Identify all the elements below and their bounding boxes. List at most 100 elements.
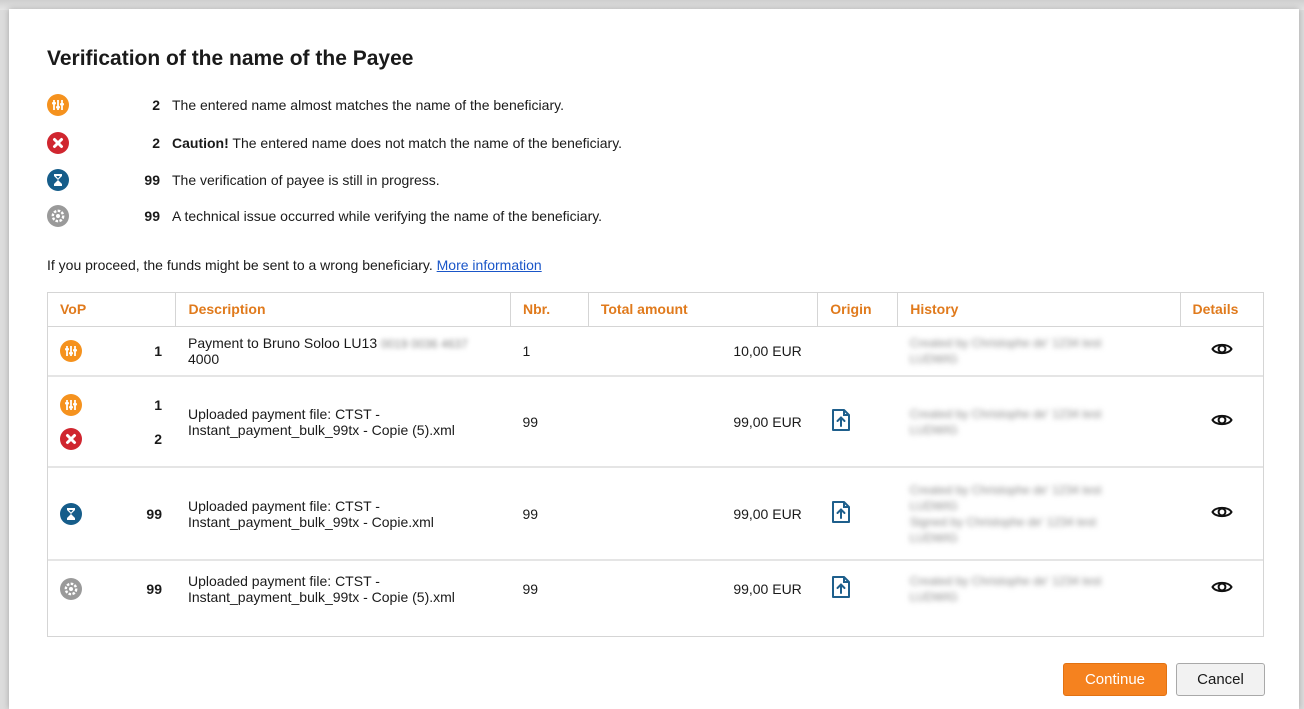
table-row: 99 Uploaded payment file: CTST - Instant… <box>48 560 1263 616</box>
description-text: Instant_payment_bulk_99tx - Copie (5).xm… <box>187 588 455 605</box>
legend-technical-issue: 99 A technical issue occurred while veri… <box>47 204 602 228</box>
history-cell: Created by Christophe de' 1234 test LUDW… <box>897 467 1180 561</box>
legend-text: Caution! The entered name does not match… <box>172 135 622 151</box>
column-header-description[interactable]: Description <box>175 293 511 327</box>
history-line: LUDWIG <box>909 498 958 513</box>
cancel-button[interactable]: Cancel <box>1176 663 1265 696</box>
table-row: 1 Payment to Bruno Soloo LU13 0019 0036 … <box>48 326 1263 377</box>
more-information-link[interactable]: More information <box>437 257 542 273</box>
warning-notice: If you proceed, the funds might be sent … <box>47 257 542 273</box>
history-line: LUDWIG <box>909 351 958 366</box>
description-text: Uploaded payment file: CTST - <box>187 572 380 589</box>
history-line: Created by Christophe de' 1234 test <box>909 482 1102 497</box>
column-header-details[interactable]: Details <box>1180 293 1263 327</box>
amount-cell: 99,00 EUR <box>588 376 818 468</box>
upload-file-icon[interactable] <box>830 500 852 524</box>
legend-count: 2 <box>152 135 160 151</box>
description-text: Uploaded payment file: CTST - <box>187 405 380 422</box>
legend-no-match: 2 Caution! The entered name does not mat… <box>47 131 622 155</box>
nbr-cell: 99 <box>522 580 539 597</box>
nbr-cell: 1 <box>510 326 589 377</box>
legend-text: A technical issue occurred while verifyi… <box>172 208 603 224</box>
vop-cell: 99 <box>48 560 176 616</box>
vop-count: 1 <box>154 396 162 413</box>
vop-count: 99 <box>146 505 162 522</box>
caution-label: Caution! <box>172 135 229 151</box>
legend-text-rest: The entered name does not match the name… <box>228 135 623 151</box>
description-cell: Payment to Bruno Soloo LU13 0019 0036 46… <box>175 326 511 377</box>
history-line: LUDWIG <box>909 530 958 545</box>
description-text: Payment to Bruno Soloo LU13 <box>187 334 378 351</box>
description-cell: Uploaded payment file: CTST - Instant_pa… <box>175 376 511 468</box>
table-header-row: VoP Description Nbr. Total amount Origin… <box>48 293 1263 327</box>
vop-count: 2 <box>154 430 162 447</box>
column-header-vop[interactable]: VoP <box>48 293 177 327</box>
no-match-icon <box>60 427 82 450</box>
origin-cell <box>818 560 898 616</box>
eye-icon[interactable] <box>1210 412 1233 428</box>
legend-count: 99 <box>144 172 160 188</box>
nbr-cell: 99 <box>510 467 589 561</box>
eye-icon[interactable] <box>1210 504 1233 520</box>
notice-text: If you proceed, the funds might be sent … <box>47 257 433 273</box>
vop-count: 99 <box>146 580 162 597</box>
origin-cell <box>817 326 898 377</box>
description-cell: Uploaded payment file: CTST - Instant_pa… <box>176 560 510 616</box>
history-line: Signed by Christophe de' 1234 test <box>909 514 1097 529</box>
continue-button[interactable]: Continue <box>1063 663 1167 696</box>
legend-text: The verification of payee is still in pr… <box>172 172 440 188</box>
description-text: 4000 <box>187 350 220 367</box>
history-cell: Created by Christophe de' 1234 test LUDW… <box>897 376 1180 468</box>
history-cell: Created by Christophe de' 1234 test LUDW… <box>897 326 1180 377</box>
table-row: 1 2 Uploaded payment file: CTST - Instan… <box>48 376 1263 468</box>
no-match-icon <box>47 132 69 154</box>
amount-cell: 10,00 EUR <box>588 326 818 377</box>
vop-cell: 1 <box>48 326 176 377</box>
upload-file-icon[interactable] <box>830 408 852 432</box>
legend-count: 99 <box>144 208 160 224</box>
amount-cell: 99,00 EUR <box>588 467 818 561</box>
vop-cell: 1 2 <box>48 376 176 468</box>
details-cell <box>1180 467 1263 561</box>
table-row: 99 Uploaded payment file: CTST - Instant… <box>48 467 1263 561</box>
history-cell: Created by Christophe de' 1234 test LUDW… <box>898 560 1180 616</box>
description-text: Uploaded payment file: CTST - <box>187 497 380 514</box>
details-cell <box>1180 560 1263 616</box>
description-cell: Uploaded payment file: CTST - Instant_pa… <box>175 467 511 561</box>
in-progress-icon <box>47 169 69 191</box>
history-line: Created by Christophe de' 1234 test <box>909 573 1102 588</box>
upload-file-icon[interactable] <box>830 575 852 599</box>
eye-icon[interactable] <box>1210 579 1233 595</box>
partial-match-icon <box>47 94 69 116</box>
vop-dialog: Verification of the name of the Payee 2 … <box>9 9 1299 709</box>
column-header-history[interactable]: History <box>897 293 1181 327</box>
column-header-total-amount[interactable]: Total amount <box>588 293 819 327</box>
amount-cell: 99,00 EUR <box>733 580 802 597</box>
column-header-nbr[interactable]: Nbr. <box>510 293 589 327</box>
history-line: LUDWIG <box>909 422 958 437</box>
description-text: Instant_payment_bulk_99tx - Copie.xml <box>187 513 434 530</box>
eye-icon[interactable] <box>1210 341 1233 357</box>
origin-cell <box>817 467 898 561</box>
in-progress-icon <box>60 502 82 525</box>
history-line: LUDWIG <box>909 589 958 604</box>
column-header-origin[interactable]: Origin <box>817 293 899 327</box>
vop-cell: 99 <box>48 467 176 561</box>
legend-count: 2 <box>152 97 160 113</box>
technical-issue-icon <box>47 205 69 227</box>
partial-match-icon <box>60 339 82 362</box>
legend-text: The entered name almost matches the name… <box>172 97 564 113</box>
nbr-cell: 99 <box>510 376 589 468</box>
origin-cell <box>817 376 898 468</box>
redacted-iban: 0019 0036 4637 <box>381 336 468 351</box>
legend-in-progress: 99 The verification of payee is still in… <box>47 168 440 192</box>
dialog-title: Verification of the name of the Payee <box>47 47 414 70</box>
vop-count: 1 <box>154 342 162 359</box>
technical-issue-icon <box>60 577 82 600</box>
history-line: Created by Christophe de' 1234 test <box>909 335 1102 350</box>
history-line: Created by Christophe de' 1234 test <box>909 406 1102 421</box>
description-text: Instant_payment_bulk_99tx - Copie (5).xm… <box>187 421 455 438</box>
legend-partial-match: 2 The entered name almost matches the na… <box>47 93 564 117</box>
details-cell <box>1180 326 1263 377</box>
partial-match-icon <box>60 393 82 416</box>
